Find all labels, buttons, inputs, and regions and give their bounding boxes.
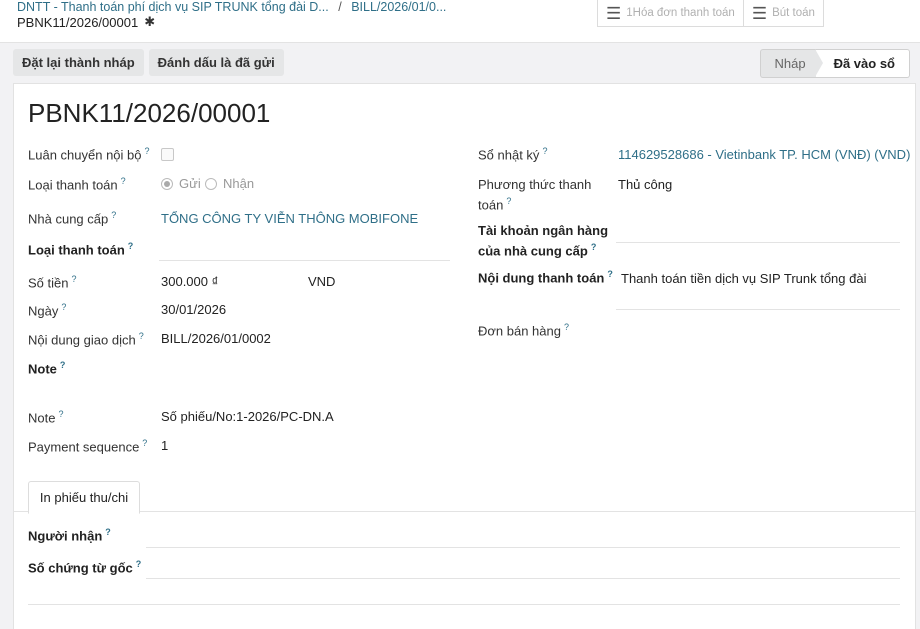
vendor-bank-account-label: Tài khoản ngân hàng của nhà cung cấp? bbox=[478, 223, 609, 259]
sale-order-label: Đơn bán hàng? bbox=[478, 322, 569, 339]
original-document-label: Số chứng từ gốc? bbox=[28, 559, 142, 576]
radio-dot bbox=[205, 177, 217, 190]
help-icon[interactable]: ? bbox=[591, 242, 597, 252]
breadcrumb-current-link[interactable]: BILL/2026/01/0... bbox=[351, 0, 446, 14]
vendor-bank-account-field[interactable] bbox=[616, 242, 900, 243]
original-document-field[interactable] bbox=[146, 578, 900, 579]
date-label: Ngày? bbox=[28, 302, 67, 319]
tab-print-receipt[interactable]: In phiếu thu/chi bbox=[28, 481, 140, 514]
help-icon[interactable]: ? bbox=[542, 146, 547, 156]
vendor-link[interactable]: TỔNG CÔNG TY VIỄN THÔNG MOBIFONE bbox=[161, 211, 418, 226]
mark-as-sent-button[interactable]: Đánh dấu là đã gửi bbox=[148, 49, 284, 76]
payment-method-value: Thủ công bbox=[618, 177, 673, 192]
payment-type-send-radio[interactable]: Gửi bbox=[161, 176, 201, 191]
memo-label: Nội dung giao dịch? bbox=[28, 331, 144, 348]
breadcrumb-separator: / bbox=[338, 0, 342, 14]
page-title: PBNK11/2026/00001 bbox=[28, 98, 271, 128]
action-buttons: Đặt lại thành nháp Đánh dấu là đã gửi bbox=[13, 49, 284, 76]
vendor-label: Nhà cung cấp? bbox=[28, 210, 117, 227]
record-name-line: PBNK11/2026/00001 ✱ bbox=[17, 14, 155, 30]
help-icon[interactable]: ? bbox=[144, 146, 149, 156]
payment-sequence-value: 1 bbox=[161, 438, 169, 453]
internal-transfer-checkbox[interactable] bbox=[161, 148, 174, 161]
journal-link[interactable]: 114629528686 - Vietinbank TP. HCM (VNĐ) … bbox=[618, 147, 910, 162]
help-icon[interactable]: ? bbox=[71, 274, 76, 284]
currency-value: VND bbox=[308, 274, 336, 289]
status-posted[interactable]: Đã vào sổ bbox=[814, 49, 910, 78]
note-value: Số phiếu/No:1-2026/PC-DN.A bbox=[161, 409, 334, 424]
smart-buttons: ☰ 1Hóa đơn thanh toán ☰ Bút toán bbox=[597, 0, 824, 27]
help-icon[interactable]: ? bbox=[564, 322, 569, 332]
help-icon[interactable]: ? bbox=[142, 438, 147, 448]
list-icon: ☰ bbox=[606, 3, 622, 23]
help-icon[interactable]: ? bbox=[136, 559, 142, 569]
help-icon[interactable]: ? bbox=[506, 196, 511, 206]
internal-transfer-label: Luân chuyển nội bộ? bbox=[28, 146, 150, 163]
help-icon[interactable]: ? bbox=[61, 302, 66, 312]
form-sheet: PBNK11/2026/00001 Luân chuyển nội bộ? Lo… bbox=[13, 83, 916, 629]
payment-content-underline bbox=[616, 309, 900, 310]
control-panel: DNTT - Thanh toán phí dịch vụ SIP TRUNK … bbox=[0, 0, 920, 43]
radio-dot bbox=[161, 177, 173, 190]
date-value: 30/01/2026 bbox=[161, 302, 227, 317]
help-icon[interactable]: ? bbox=[128, 241, 134, 251]
note-section-heading: Note? bbox=[28, 360, 66, 377]
form-bottom-divider bbox=[28, 604, 900, 605]
payment-type-label: Loại thanh toán? bbox=[28, 176, 126, 193]
payment-method-label: Phương thức thanh toán? bbox=[478, 177, 592, 213]
invoices-smart-button-label: 1Hóa đơn thanh toán bbox=[626, 7, 735, 19]
payment-type-receive-radio[interactable]: Nhận bbox=[205, 176, 254, 191]
journal-label: Sổ nhật ký? bbox=[478, 146, 548, 163]
breadcrumb: DNTT - Thanh toán phí dịch vụ SIP TRUNK … bbox=[17, 0, 446, 14]
breadcrumb-parent-link[interactable]: DNTT - Thanh toán phí dịch vụ SIP TRUNK … bbox=[17, 0, 329, 14]
help-icon[interactable]: ? bbox=[607, 269, 613, 279]
payment-content-label: Nội dung thanh toán? bbox=[478, 269, 613, 286]
memo-value: BILL/2026/01/0002 bbox=[161, 331, 271, 346]
payment-sequence-label: Payment sequence? bbox=[28, 438, 148, 455]
payment-type-2-field[interactable] bbox=[159, 260, 450, 261]
amount-value: 300.000 ₫ bbox=[161, 274, 219, 289]
help-icon[interactable]: ? bbox=[111, 210, 116, 220]
note-label: Note? bbox=[28, 409, 64, 426]
receiver-field[interactable] bbox=[146, 547, 900, 548]
record-name: PBNK11/2026/00001 bbox=[17, 14, 139, 30]
help-icon[interactable]: ? bbox=[58, 409, 63, 419]
journal-entries-smart-button[interactable]: ☰ Bút toán bbox=[743, 0, 824, 27]
amount-label: Số tiền? bbox=[28, 274, 77, 291]
list-icon: ☰ bbox=[751, 3, 768, 23]
help-icon[interactable]: ? bbox=[105, 527, 111, 537]
status-draft[interactable]: Nháp bbox=[759, 49, 816, 78]
help-icon[interactable]: ? bbox=[139, 331, 144, 341]
invoices-smart-button[interactable]: ☰ 1Hóa đơn thanh toán bbox=[597, 0, 744, 27]
payment-type-2-label: Loại thanh toán? bbox=[28, 241, 134, 258]
help-icon[interactable]: ? bbox=[121, 176, 126, 186]
receiver-label: Người nhận? bbox=[28, 527, 111, 544]
gear-icon[interactable]: ✱ bbox=[144, 14, 155, 30]
help-icon[interactable]: ? bbox=[60, 360, 66, 370]
notebook-tab-line bbox=[14, 511, 915, 512]
payment-content-value[interactable]: Thanh toán tiền dịch vụ SIP Trunk tổng đ… bbox=[621, 271, 866, 286]
reset-to-draft-button[interactable]: Đặt lại thành nháp bbox=[13, 49, 144, 76]
journal-entries-smart-button-label: Bút toán bbox=[772, 7, 815, 19]
status-bar: Nháp Đã vào sổ bbox=[759, 49, 910, 78]
